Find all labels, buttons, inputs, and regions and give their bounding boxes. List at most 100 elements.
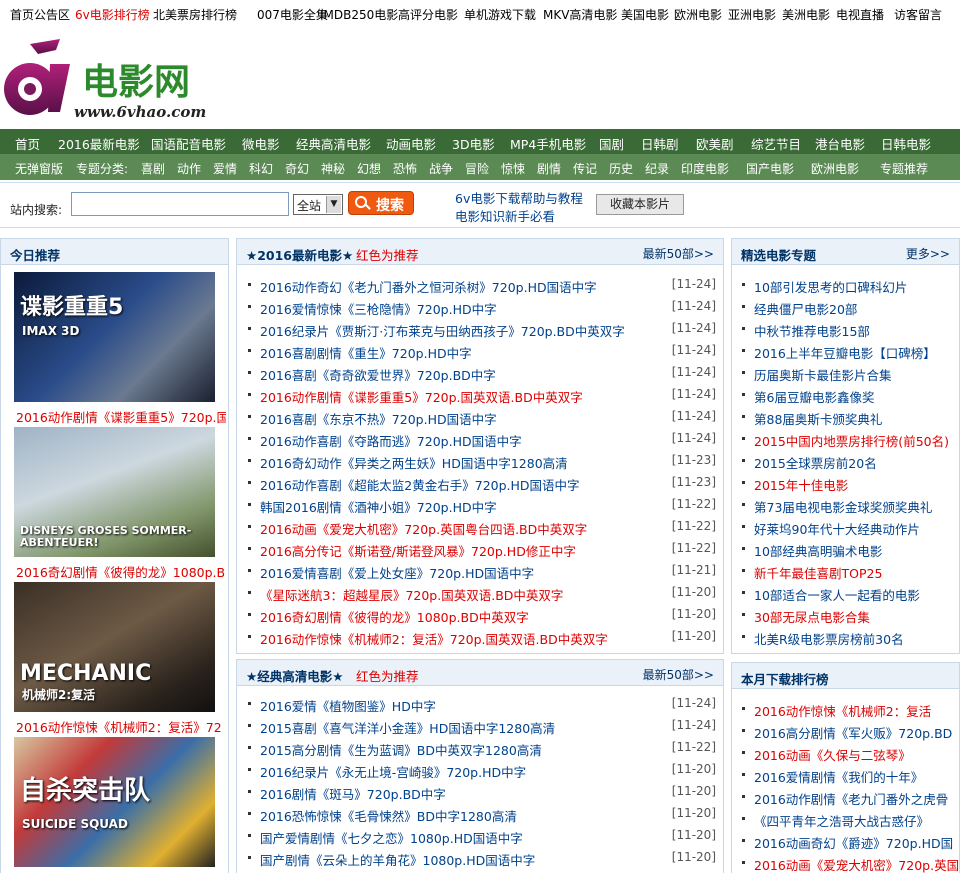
list-item-title[interactable]: 2016剧情《斑马》720p.BD中字 bbox=[260, 784, 446, 803]
top-link[interactable]: 美国电影 bbox=[621, 6, 669, 23]
nav-sub-item[interactable]: 剧情 bbox=[537, 160, 561, 177]
nav-sub-item[interactable]: 幻想 bbox=[357, 160, 381, 177]
top-link[interactable]: 单机游戏下载 bbox=[464, 6, 536, 23]
nav-sub-item[interactable]: 喜剧 bbox=[141, 160, 165, 177]
top-link[interactable]: 007电影全集 bbox=[257, 6, 328, 23]
newbie-link[interactable]: 电影知识新手必看 bbox=[455, 206, 555, 225]
list-item-title[interactable]: 《四平青年之浩哥大战古惑仔》 bbox=[754, 811, 929, 830]
list-item[interactable]: 2016爱情剧情《我们的十年》 bbox=[732, 764, 959, 786]
list-item[interactable]: 2016动作奇幻《老九门番外之恒河杀树》720p.HD国语中字 [11-24] bbox=[237, 274, 723, 296]
list-item[interactable]: 2016爱情《植物图鉴》HD中字 [11-24] bbox=[237, 693, 723, 715]
list-item-title[interactable]: 30部无尿点电影合集 bbox=[754, 607, 870, 626]
nav-sub-item[interactable]: 恐怖 bbox=[393, 160, 417, 177]
list-item-title[interactable]: 2015高分剧情《生为蓝调》BD中英双字1280高清 bbox=[260, 740, 542, 759]
list-item[interactable]: 新千年最佳喜剧TOP25 bbox=[732, 560, 959, 582]
list-item-title[interactable]: 2016动作惊悚《机械师2：复活 bbox=[754, 701, 931, 720]
list-item[interactable]: 《四平青年之浩哥大战古惑仔》 bbox=[732, 808, 959, 830]
list-item-title[interactable]: 北美R级电影票房榜前30名 bbox=[754, 629, 904, 648]
list-item-title[interactable]: 2016上半年豆瓣电影【口碑榜】 bbox=[754, 343, 936, 362]
list-item[interactable]: 2015中国内地票房排行榜(前50名) bbox=[732, 428, 959, 450]
list-item[interactable]: 2016爱情喜剧《爱上处女座》720p.HD国语中字 [11-21] bbox=[237, 560, 723, 582]
nav-sub-item[interactable]: 专题推荐 bbox=[880, 160, 928, 177]
top-link[interactable]: 首页公告区 bbox=[10, 6, 70, 23]
list-item[interactable]: 第88届奥斯卡颁奖典礼 bbox=[732, 406, 959, 428]
list-item-title[interactable]: 2016爱情《植物图鉴》HD中字 bbox=[260, 696, 436, 715]
list-item[interactable]: 10部引发思考的口碑科幻片 bbox=[732, 274, 959, 296]
nav-item[interactable]: 国剧 bbox=[599, 134, 624, 153]
top-link[interactable]: 欧洲电影 bbox=[674, 6, 722, 23]
nav-sub-item[interactable]: 欧洲电影 bbox=[811, 160, 859, 177]
search-scope-select[interactable]: 全站 ▼ bbox=[293, 194, 343, 215]
list-item-title[interactable]: 2016奇幻动作《异类之两生妖》HD国语中字1280高清 bbox=[260, 453, 568, 472]
list-item-title[interactable]: 2016喜剧剧情《重生》720p.HD中字 bbox=[260, 343, 472, 362]
list-item-title[interactable]: 2016动画奇幻《爵迹》720p.HD国 bbox=[754, 833, 953, 852]
list-item-title[interactable]: 2016爱情惊悚《三枪隐情》720p.HD中字 bbox=[260, 299, 497, 318]
nav-item[interactable]: MP4手机电影 bbox=[510, 134, 586, 153]
nav-item[interactable]: 港台电影 bbox=[815, 134, 865, 153]
list-item[interactable]: 2016高分剧情《军火贩》720p.BD bbox=[732, 720, 959, 742]
movie-poster[interactable]: 谍影重重5 IMAX 3D bbox=[14, 272, 215, 402]
movie-caption-link[interactable]: 2016动作惊悚《机械师2：复活》72 bbox=[16, 717, 226, 736]
list-item[interactable]: 历届奥斯卡最佳影片合集 bbox=[732, 362, 959, 384]
list-item[interactable]: 2016剧情《斑马》720p.BD中字 [11-20] bbox=[237, 781, 723, 803]
list-item[interactable]: 2016动画《爱宠大机密》720p.英国 bbox=[732, 852, 959, 873]
nav-item[interactable]: 3D电影 bbox=[452, 134, 495, 153]
search-input[interactable] bbox=[71, 192, 289, 216]
list-item[interactable]: 2016喜剧《东京不热》720p.HD国语中字 [11-24] bbox=[237, 406, 723, 428]
list-item-title[interactable]: 2016爱情喜剧《爱上处女座》720p.HD国语中字 bbox=[260, 563, 534, 582]
nav-sub-item[interactable]: 战争 bbox=[429, 160, 453, 177]
list-item-title[interactable]: 2016动作喜剧《夺路而逃》720p.HD国语中字 bbox=[260, 431, 522, 450]
topics-more-link[interactable]: 更多>> bbox=[906, 245, 950, 262]
nav-sub-item[interactable]: 惊悚 bbox=[501, 160, 525, 177]
list-item-title[interactable]: 第6届豆瓣电影鑫像奖 bbox=[754, 387, 874, 406]
list-item[interactable]: 2016动作剧情《老九门番外之虎骨 bbox=[732, 786, 959, 808]
list-item[interactable]: 2016纪录片《贾斯汀·汀布莱克与田纳西孩子》720p.BD中英双字 [11-24… bbox=[237, 318, 723, 340]
list-item-title[interactable]: 2016喜剧《东京不热》720p.HD国语中字 bbox=[260, 409, 497, 428]
nav-sub-item[interactable]: 爱情 bbox=[213, 160, 237, 177]
nav-sub-item[interactable]: 国产电影 bbox=[746, 160, 794, 177]
list-item[interactable]: 2016恐怖惊悚《毛骨悚然》BD中字1280高清 [11-20] bbox=[237, 803, 723, 825]
nav-item[interactable]: 经典高清电影 bbox=[296, 134, 371, 153]
list-item-title[interactable]: 2016动作奇幻《老九门番外之恒河杀树》720p.HD国语中字 bbox=[260, 277, 597, 296]
nav-item[interactable]: 综艺节目 bbox=[751, 134, 801, 153]
top-link[interactable]: 电视直播 bbox=[836, 6, 884, 23]
site-logo[interactable]: 电影网 www.6vhao.com bbox=[0, 34, 215, 124]
movie-poster[interactable]: MECHANIC 机械师2:复活 bbox=[14, 582, 215, 712]
list-item-title[interactable]: 2015喜剧《喜气洋洋小金莲》HD国语中字1280高清 bbox=[260, 718, 555, 737]
nav-item[interactable]: 微电影 bbox=[242, 134, 280, 153]
nav-item[interactable]: 日韩剧 bbox=[641, 134, 679, 153]
list-item-title[interactable]: 2016动画《爱宠大机密》720p.英国粤台四语.BD中英双字 bbox=[260, 519, 587, 538]
movie-caption-link[interactable]: 2016奇幻剧情《彼得的龙》1080p.B bbox=[16, 562, 226, 581]
list-item-title[interactable]: 第73届电视电影金球奖颁奖典礼 bbox=[754, 497, 932, 516]
nav-sub-item[interactable]: 动作 bbox=[177, 160, 201, 177]
top-link[interactable]: 访客留言 bbox=[894, 6, 942, 23]
top-link[interactable]: 北美票房排行榜 bbox=[153, 6, 237, 23]
list-item[interactable]: 30部无尿点电影合集 bbox=[732, 604, 959, 626]
nav-sub-item[interactable]: 神秘 bbox=[321, 160, 345, 177]
list-item[interactable]: 好莱坞90年代十大经典动作片 bbox=[732, 516, 959, 538]
list-item[interactable]: 中秋节推荐电影15部 bbox=[732, 318, 959, 340]
top-link[interactable]: 美洲电影 bbox=[782, 6, 830, 23]
top-link[interactable]: 亚洲电影 bbox=[728, 6, 776, 23]
nav-sub-item[interactable]: 冒险 bbox=[465, 160, 489, 177]
classic-more-link[interactable]: 最新50部>> bbox=[643, 666, 714, 683]
list-item-title[interactable]: 2016动画《爱宠大机密》720p.英国 bbox=[754, 855, 959, 873]
movie-poster[interactable]: 自杀突击队 SUICIDE SQUAD bbox=[14, 737, 215, 867]
list-item-title[interactable]: 2016动作剧情《老九门番外之虎骨 bbox=[754, 789, 948, 808]
list-item-title[interactable]: 2015全球票房前20名 bbox=[754, 453, 877, 472]
list-item-title[interactable]: 2016动画《久保与二弦琴》 bbox=[754, 745, 911, 764]
list-item[interactable]: 2016动作喜剧《超能太监2黄金右手》720p.HD国语中字 [11-23] bbox=[237, 472, 723, 494]
top-link[interactable]: 高评分电影 bbox=[398, 6, 458, 23]
list-item-title[interactable]: 10部引发思考的口碑科幻片 bbox=[754, 277, 907, 296]
top-link[interactable]: IMDB250电影 bbox=[320, 6, 398, 23]
nav-sub-item[interactable]: 无弹窗版 bbox=[15, 160, 63, 177]
list-item-title[interactable]: 10部经典高明骗术电影 bbox=[754, 541, 882, 560]
nav-sub-item[interactable]: 科幻 bbox=[249, 160, 273, 177]
list-item-title[interactable]: 2016奇幻剧情《彼得的龙》1080p.BD中英双字 bbox=[260, 607, 529, 626]
list-item[interactable]: 10部经典高明骗术电影 bbox=[732, 538, 959, 560]
list-item[interactable]: 2016奇幻动作《异类之两生妖》HD国语中字1280高清 [11-23] bbox=[237, 450, 723, 472]
list-item-title[interactable]: 国产爱情剧情《七夕之恋》1080p.HD国语中字 bbox=[260, 828, 523, 847]
list-item[interactable]: 2016上半年豆瓣电影【口碑榜】 bbox=[732, 340, 959, 362]
list-item-title[interactable]: 中秋节推荐电影15部 bbox=[754, 321, 870, 340]
list-item[interactable]: 2016动画《爱宠大机密》720p.英国粤台四语.BD中英双字 [11-22] bbox=[237, 516, 723, 538]
